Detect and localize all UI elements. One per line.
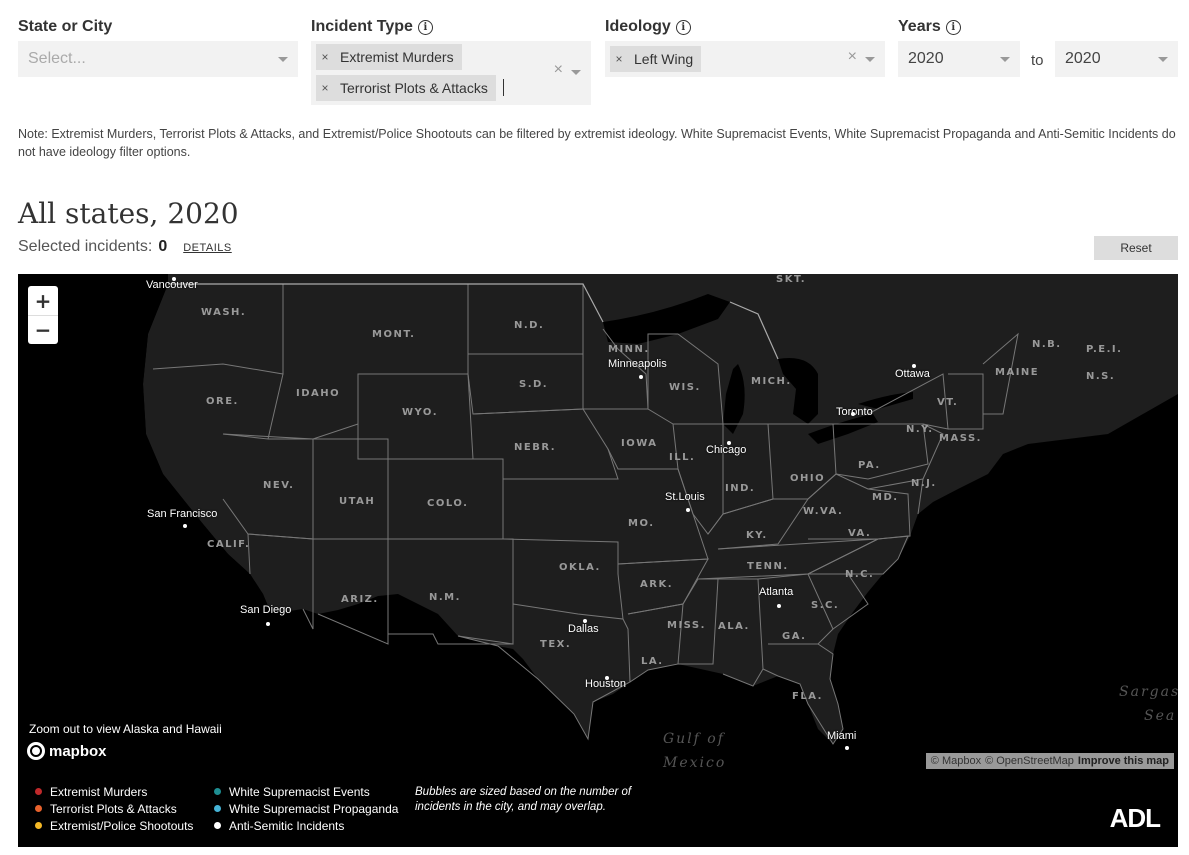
- mapbox-logo-text: mapbox: [49, 742, 107, 760]
- legend-dot: [35, 788, 42, 795]
- legend-label: Extremist/Police Shootouts: [50, 818, 194, 833]
- attrib-mapbox-link[interactable]: © Mapbox: [931, 755, 981, 767]
- improve-map-link[interactable]: Improve this map: [1078, 755, 1169, 767]
- mapbox-icon: [27, 742, 45, 760]
- chip-label: Extremist Murders: [340, 49, 454, 65]
- info-icon[interactable]: i: [417, 19, 433, 35]
- years-filter-label: Years i: [898, 14, 1178, 40]
- clear-icon[interactable]: ×: [848, 48, 857, 66]
- map-canvas[interactable]: [18, 274, 1178, 771]
- chevron-down-icon[interactable]: [571, 70, 581, 75]
- map-legend: Extremist Murders Terrorist Plots & Atta…: [18, 771, 1178, 847]
- incident-type-filter: Incident Type i × Extremist Murders × Te…: [311, 14, 591, 105]
- legend-item: Extremist Murders: [35, 783, 193, 800]
- legend-label: White Supremacist Events: [229, 784, 370, 799]
- year-from-select[interactable]: 2020: [898, 41, 1020, 77]
- incident-type-label-text: Incident Type: [311, 18, 413, 35]
- legend-item: Terrorist Plots & Attacks: [35, 800, 193, 817]
- chip-remove-icon[interactable]: ×: [316, 81, 334, 95]
- chip-label: Left Wing: [634, 51, 694, 67]
- text-cursor: [503, 79, 504, 96]
- state-select[interactable]: Select...: [18, 41, 298, 77]
- legend-note: Bubbles are sized based on the number of…: [415, 786, 632, 813]
- year-from-value: 2020: [908, 50, 944, 67]
- incident-type-select[interactable]: × Extremist Murders × Terrorist Plots & …: [311, 41, 591, 105]
- legend-label: White Supremacist Propaganda: [229, 801, 399, 816]
- chevron-down-icon[interactable]: [1158, 56, 1168, 62]
- ideology-filter-label: Ideology i: [605, 14, 885, 40]
- years-label-text: Years: [898, 18, 941, 35]
- attrib-osm-link[interactable]: © OpenStreetMap: [985, 755, 1074, 767]
- zoom-out-button[interactable]: −: [28, 315, 58, 344]
- year-to-select[interactable]: 2020: [1055, 41, 1178, 77]
- chip-remove-icon[interactable]: ×: [316, 50, 334, 64]
- filter-bar: State or City Select... Incident Type i …: [18, 14, 1178, 114]
- zoom-in-button[interactable]: +: [28, 286, 58, 315]
- mapbox-logo[interactable]: mapbox: [27, 742, 107, 760]
- adl-logo[interactable]: ADL: [1110, 803, 1161, 834]
- legend-dot: [35, 822, 42, 829]
- years-to-label: to: [1031, 52, 1044, 69]
- legend-label: Terrorist Plots & Attacks: [50, 801, 177, 816]
- legend-dot: [214, 788, 221, 795]
- state-filter-label-text: State or City: [18, 18, 113, 35]
- selected-count: 0: [158, 238, 168, 255]
- selected-incidents: Selected incidents: 0 DETAILS: [18, 238, 232, 256]
- info-icon[interactable]: i: [945, 19, 961, 35]
- ideology-filter: Ideology i × Left Wing ×: [605, 14, 885, 77]
- state-filter: State or City Select...: [18, 14, 298, 77]
- chip-left-wing: × Left Wing: [610, 46, 702, 72]
- year-to-value: 2020: [1065, 50, 1101, 67]
- years-filter: Years i 2020 to 2020: [898, 14, 1178, 77]
- filter-note: Note: Extremist Murders, Terrorist Plots…: [18, 127, 1176, 159]
- info-icon[interactable]: i: [675, 19, 691, 35]
- ideology-select[interactable]: × Left Wing ×: [605, 41, 885, 77]
- legend-label: Anti-Semitic Incidents: [229, 818, 345, 833]
- reset-button[interactable]: Reset: [1094, 236, 1178, 260]
- legend-col-1: Extremist Murders Terrorist Plots & Atta…: [35, 783, 193, 834]
- state-filter-label: State or City: [18, 14, 298, 40]
- state-select-placeholder: Select...: [28, 50, 86, 67]
- map[interactable]: WASH. ORE. IDAHO MONT. WYO. N.D. S.D. NEBR. NEV.…: [18, 274, 1178, 771]
- selected-label: Selected incidents:: [18, 238, 153, 255]
- chip-label: Terrorist Plots & Attacks: [340, 80, 488, 96]
- chip-remove-icon[interactable]: ×: [610, 52, 628, 66]
- legend-item: White Supremacist Events: [214, 783, 398, 800]
- incident-type-filter-label: Incident Type i: [311, 14, 591, 40]
- legend-label: Extremist Murders: [50, 784, 148, 799]
- legend-dot: [214, 805, 221, 812]
- legend-col-2: White Supremacist Events White Supremaci…: [214, 783, 398, 834]
- details-link[interactable]: DETAILS: [183, 242, 232, 254]
- legend-item: Anti-Semitic Incidents: [214, 817, 398, 834]
- zoom-control: + −: [28, 286, 58, 344]
- legend-item: White Supremacist Propaganda: [214, 800, 398, 817]
- ideology-label-text: Ideology: [605, 18, 671, 35]
- chevron-down-icon[interactable]: [278, 56, 288, 62]
- chevron-down-icon[interactable]: [865, 56, 875, 62]
- page-title: All states, 2020: [18, 197, 239, 230]
- chip-extremist-murders: × Extremist Murders: [316, 44, 462, 70]
- chevron-down-icon[interactable]: [1000, 56, 1010, 62]
- legend-dot: [35, 805, 42, 812]
- legend-item: Extremist/Police Shootouts: [35, 817, 193, 834]
- clear-icon[interactable]: ×: [554, 61, 563, 79]
- zoom-note: Zoom out to view Alaska and Hawaii: [29, 722, 222, 736]
- legend-dot: [214, 822, 221, 829]
- chip-terrorist-plots: × Terrorist Plots & Attacks: [316, 75, 496, 101]
- map-attribution: © Mapbox © OpenStreetMap Improve this ma…: [925, 753, 1174, 769]
